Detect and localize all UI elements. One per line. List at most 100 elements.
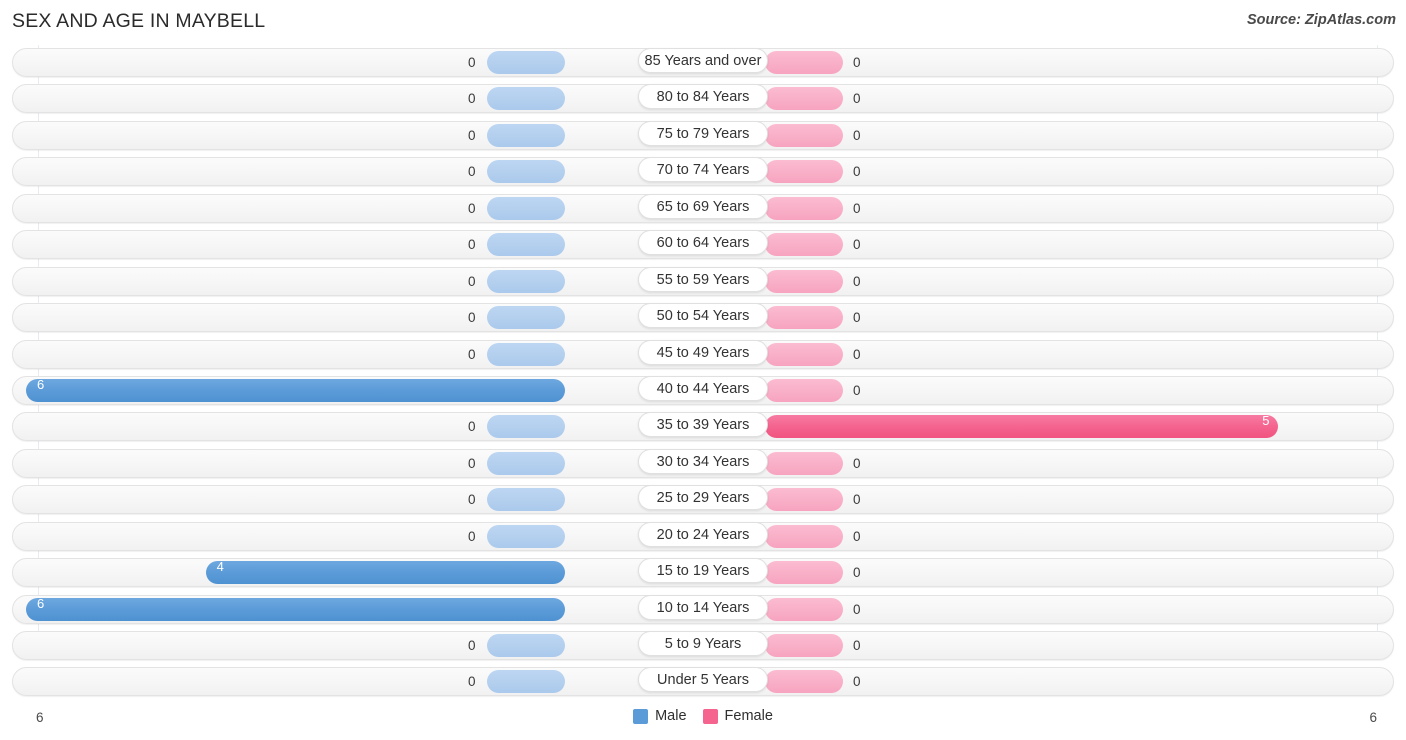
source-attribution: Source: ZipAtlas.com — [1246, 12, 1396, 28]
chart-row: 0 0 20 to 24 Years — [0, 519, 1406, 555]
male-value-label: 6 — [37, 376, 45, 392]
male-value-label: 0 — [468, 310, 476, 326]
female-bar[interactable] — [765, 233, 843, 257]
chart-row: 0 0 25 to 29 Years — [0, 482, 1406, 518]
female-value-label: 0 — [853, 492, 861, 508]
male-value-label: 0 — [468, 91, 476, 107]
chart-footer: 6 6 Male Female — [0, 700, 1406, 740]
female-swatch-icon — [702, 708, 718, 724]
female-bar[interactable] — [765, 196, 843, 220]
chart-row: 0 0 60 to 64 Years — [0, 227, 1406, 263]
age-group-label: 40 to 44 Years — [638, 375, 768, 401]
chart-row: 4 0 15 to 19 Years — [0, 555, 1406, 591]
female-value-label: 0 — [853, 127, 861, 143]
age-group-label: 60 to 64 Years — [638, 230, 768, 256]
male-value-label: 0 — [468, 200, 476, 216]
population-pyramid-chart: 0 0 85 Years and over 0 0 80 to 84 Years 0 0 75 … — [0, 45, 1406, 700]
female-value-label: 0 — [853, 164, 861, 180]
female-value-label: 0 — [853, 382, 861, 398]
female-bar[interactable] — [765, 670, 843, 694]
age-group-label: 50 to 54 Years — [638, 303, 768, 329]
male-bar[interactable] — [487, 670, 565, 694]
male-value-label: 0 — [468, 127, 476, 143]
male-bar[interactable] — [487, 123, 565, 147]
female-bar[interactable] — [765, 269, 843, 293]
legend-item-female[interactable]: Female — [702, 708, 773, 724]
female-bar[interactable] — [765, 488, 843, 512]
female-value-label: 0 — [853, 200, 861, 216]
female-bar[interactable] — [765, 123, 843, 147]
legend-item-male[interactable]: Male — [633, 708, 687, 724]
female-bar[interactable] — [765, 306, 843, 330]
male-bar[interactable] — [487, 87, 565, 111]
chart-row: 6 0 40 to 44 Years — [0, 373, 1406, 409]
chart-row: 0 0 50 to 54 Years — [0, 300, 1406, 336]
female-value-label: 0 — [853, 237, 861, 253]
female-bar[interactable] — [765, 342, 843, 366]
chart-legend: Male Female — [0, 708, 1406, 724]
chart-row: 0 0 70 to 74 Years — [0, 154, 1406, 190]
male-swatch-icon — [633, 708, 649, 724]
chart-row: 0 0 Under 5 Years — [0, 664, 1406, 700]
age-group-label: 45 to 49 Years — [638, 339, 768, 365]
chart-row: 0 0 30 to 34 Years — [0, 446, 1406, 482]
age-group-label: 5 to 9 Years — [638, 631, 768, 656]
female-value-label: 0 — [853, 674, 861, 690]
chart-row: 0 0 80 to 84 Years — [0, 81, 1406, 117]
female-value-label: 0 — [853, 601, 861, 617]
male-value-label: 0 — [468, 455, 476, 471]
male-bar[interactable] — [487, 524, 565, 548]
male-bar[interactable] — [26, 378, 565, 402]
male-value-label: 0 — [468, 419, 476, 435]
female-value-label: 0 — [853, 310, 861, 326]
female-bar[interactable] — [765, 160, 843, 184]
age-group-label: 25 to 29 Years — [638, 485, 768, 511]
male-value-label: 0 — [468, 237, 476, 253]
male-value-label: 0 — [468, 492, 476, 508]
male-bar[interactable] — [487, 51, 565, 74]
female-bar[interactable] — [765, 451, 843, 475]
male-bar[interactable] — [487, 634, 565, 657]
chart-row: 0 0 5 to 9 Years — [0, 628, 1406, 664]
male-bar[interactable] — [487, 342, 565, 366]
male-bar[interactable] — [26, 597, 565, 621]
chart-header: SEX AND AGE IN MAYBELL Source: ZipAtlas.… — [0, 0, 1406, 45]
chart-row: 0 0 55 to 59 Years — [0, 264, 1406, 300]
male-value-label: 0 — [468, 55, 476, 70]
male-bar[interactable] — [487, 160, 565, 184]
male-bar[interactable] — [487, 196, 565, 220]
male-value-label: 0 — [468, 638, 476, 653]
male-bar[interactable] — [487, 306, 565, 330]
male-value-label: 0 — [468, 674, 476, 690]
age-group-label: 20 to 24 Years — [638, 521, 768, 547]
female-bar[interactable] — [765, 597, 843, 621]
male-bar[interactable] — [487, 451, 565, 475]
legend-label-female: Female — [724, 708, 773, 724]
chart-row: 0 5 35 to 39 Years — [0, 409, 1406, 445]
age-group-label: 15 to 19 Years — [638, 558, 768, 584]
male-bar[interactable] — [487, 488, 565, 512]
female-bar[interactable] — [765, 51, 843, 74]
female-bar[interactable] — [765, 561, 843, 585]
male-bar[interactable] — [487, 233, 565, 257]
male-bar[interactable] — [487, 269, 565, 293]
female-value-label: 0 — [853, 91, 861, 107]
female-bar[interactable] — [765, 634, 843, 657]
female-bar[interactable] — [765, 87, 843, 111]
male-bar[interactable] — [205, 561, 565, 585]
female-bar[interactable] — [765, 415, 1278, 439]
chart-row: 6 0 10 to 14 Years — [0, 592, 1406, 628]
female-value-label: 0 — [853, 55, 861, 70]
age-group-label: 65 to 69 Years — [638, 193, 768, 219]
age-group-label: 30 to 34 Years — [638, 448, 768, 474]
age-group-label: 55 to 59 Years — [638, 266, 768, 292]
female-value-label: 0 — [853, 528, 861, 544]
male-value-label: 4 — [216, 559, 224, 575]
male-bar[interactable] — [487, 415, 565, 439]
male-value-label: 6 — [37, 595, 45, 611]
chart-row: 0 0 75 to 79 Years — [0, 118, 1406, 154]
male-value-label: 0 — [468, 273, 476, 289]
female-bar[interactable] — [765, 378, 843, 402]
female-bar[interactable] — [765, 524, 843, 548]
chart-row: 0 0 65 to 69 Years — [0, 191, 1406, 227]
